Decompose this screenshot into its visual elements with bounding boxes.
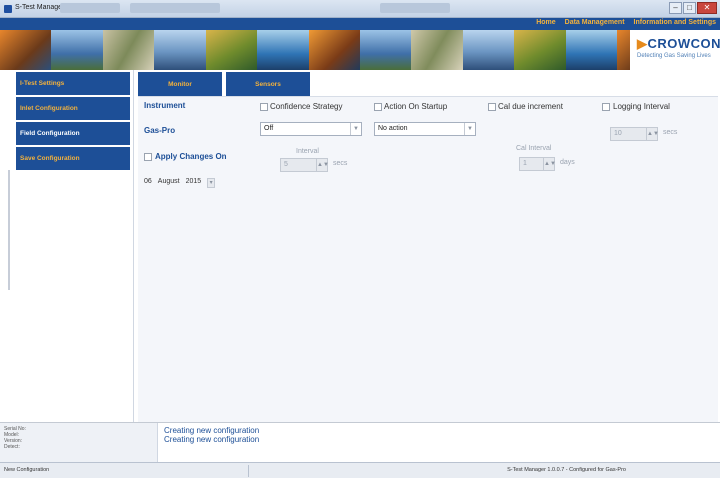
instrument-value: Gas-Pro [144, 126, 176, 135]
action-on-startup-select[interactable]: No action ▼ [374, 122, 476, 136]
status-separator [248, 465, 249, 477]
action-on-startup-label: Action On Startup [384, 102, 448, 111]
chevron-down-icon: ▼ [464, 123, 475, 135]
instrument-label: Instrument [144, 101, 186, 110]
sidebar-item-inlet-configuration[interactable]: Inlet Configuration [16, 97, 130, 120]
apply-date-picker[interactable]: 06 August 2015 ▾ [144, 178, 216, 188]
tab-monitor[interactable]: Monitor [138, 72, 222, 96]
status-left-text: New Configuration [4, 467, 50, 473]
action-on-startup-checkbox[interactable] [374, 103, 382, 111]
app-icon [4, 5, 12, 13]
stepper-arrow-icon: ▲▼ [316, 159, 329, 171]
top-nav: Home Data Management Information and Set… [0, 18, 720, 30]
log-messages: Creating new configuration Creating new … [164, 426, 259, 444]
window-title: S-Test Manager [15, 4, 65, 11]
background-title-blur [130, 3, 220, 13]
cal-interval-value: 1 [523, 160, 527, 167]
cal-interval-unit: days [560, 159, 575, 166]
detect-label: Detect: [4, 444, 20, 450]
nav-link-home[interactable]: Home [536, 19, 555, 26]
nav-link-data-management[interactable]: Data Management [565, 19, 625, 26]
maximize-button[interactable]: □ [683, 2, 696, 14]
date-day: 06 [144, 178, 152, 185]
cal-due-increment-checkbox[interactable] [488, 103, 496, 111]
device-info-panel: Serial No: Model: Version: Detect: [0, 423, 158, 463]
logging-interval-unit: secs [663, 129, 678, 136]
minimize-button[interactable]: – [669, 2, 682, 14]
log-message: Creating new configuration [164, 426, 260, 435]
log-pane: Serial No: Model: Version: Detect: Creat… [0, 422, 720, 463]
sidebar-item-save-configuration[interactable]: Save Configuration [16, 147, 130, 170]
cal-interval-label: Cal Interval [516, 145, 552, 152]
sidebar-divider [8, 170, 10, 290]
main-panel: Monitor Sensors Instrument Gas-Pro Apply… [136, 70, 720, 422]
title-bar: S-Test Manager – □ ✕ [0, 0, 720, 18]
confidence-strategy-select[interactable]: Off ▼ [260, 122, 362, 136]
apply-changes-checkbox[interactable] [144, 153, 152, 161]
settings-form: Instrument Gas-Pro Apply Changes On 06 A… [138, 96, 718, 422]
header-banner [0, 30, 720, 70]
stepper-arrow-icon: ▲▼ [543, 158, 556, 170]
logging-interval-label: Logging Interval [613, 102, 670, 111]
confidence-strategy-checkbox[interactable] [260, 103, 268, 111]
sidebar: I-Test Settings Inlet Configuration Fiel… [0, 70, 134, 422]
background-title-blur [60, 3, 120, 13]
crowcon-logo: ▶CROWCON Detecting Gas Saving Lives [630, 30, 720, 70]
logging-interval-value: 10 [614, 130, 622, 137]
confidence-interval-stepper[interactable]: 5 ▲▼ [280, 158, 329, 172]
sidebar-item-field-configuration[interactable]: Field Configuration [16, 122, 130, 145]
date-month: August [157, 178, 180, 185]
cal-interval-stepper[interactable]: 1 ▲▼ [519, 157, 556, 171]
status-right-text: S-Test Manager 1.0.0.7 - Configured for … [507, 467, 626, 473]
action-on-startup-value: No action [378, 125, 408, 132]
calendar-dropdown-icon[interactable]: ▾ [207, 178, 216, 188]
apply-changes-label: Apply Changes On [155, 152, 227, 161]
logo-mark-icon: ▶ [637, 36, 648, 51]
confidence-strategy-value: Off [264, 125, 274, 132]
confidence-interval-label: Interval [296, 148, 319, 155]
confidence-strategy-label: Confidence Strategy [270, 102, 343, 111]
chevron-down-icon: ▼ [350, 123, 361, 135]
sidebar-item-itest-settings[interactable]: I-Test Settings [16, 72, 130, 95]
date-year: 2015 [185, 178, 202, 185]
status-bar: New Configuration S-Test Manager 1.0.0.7… [0, 462, 720, 478]
confidence-interval-unit: secs [333, 160, 348, 167]
background-title-blur [380, 3, 450, 13]
stepper-arrow-icon: ▲▼ [646, 128, 659, 140]
log-message: Creating new configuration [164, 435, 260, 444]
nav-link-information-settings[interactable]: Information and Settings [634, 19, 716, 26]
logo-tagline: Detecting Gas Saving Lives [637, 53, 711, 59]
confidence-interval-value: 5 [284, 161, 288, 168]
logging-interval-checkbox[interactable] [602, 103, 610, 111]
close-button[interactable]: ✕ [697, 2, 717, 14]
logo-text: CROWCON [647, 36, 720, 51]
logging-interval-stepper[interactable]: 10 ▲▼ [610, 127, 659, 141]
cal-due-increment-label: Cal due increment [498, 102, 563, 111]
tab-sensors[interactable]: Sensors [226, 72, 310, 96]
